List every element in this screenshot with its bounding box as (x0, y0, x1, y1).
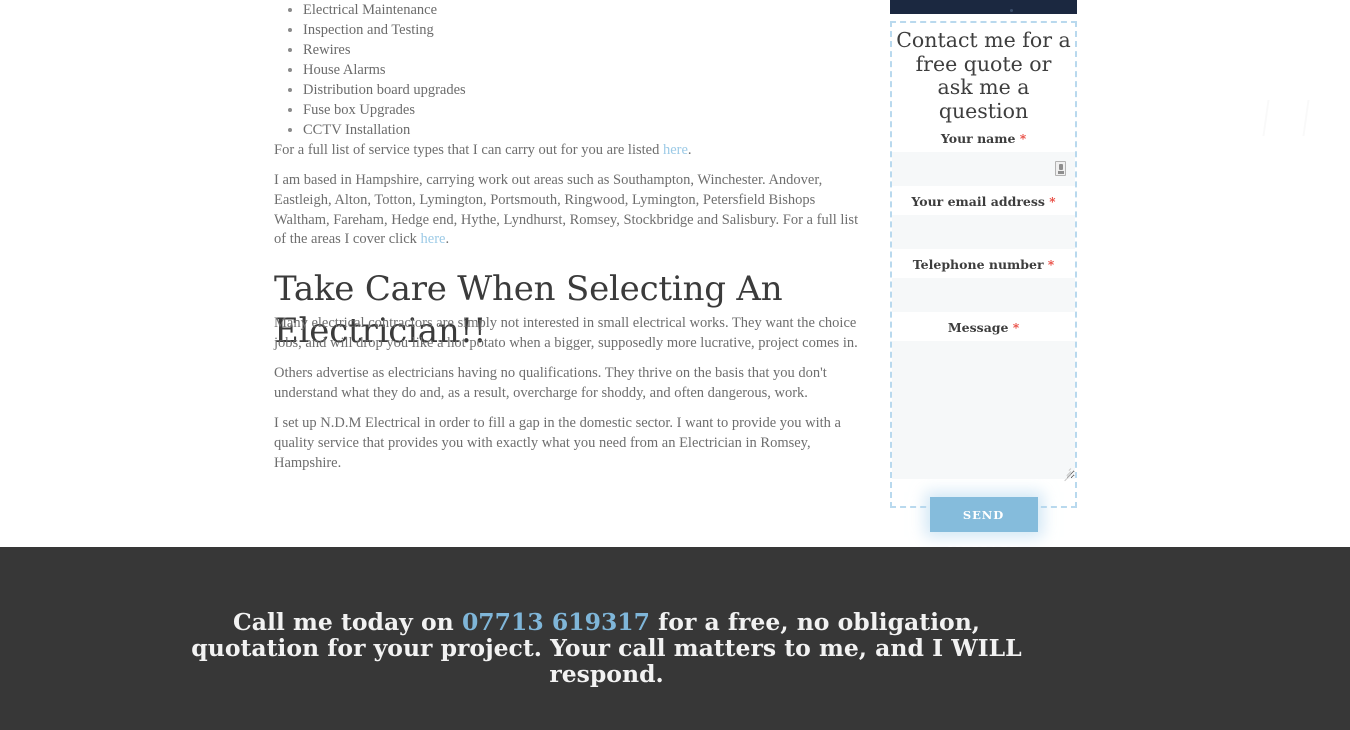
paragraph-text: I am based in Hampshire, carrying work o… (274, 172, 859, 248)
message-label: Message * (892, 312, 1075, 341)
field-email: Your email address * (892, 186, 1075, 249)
areas-paragraph: I am based in Hampshire, carrying work o… (274, 171, 870, 250)
photo-detail (1010, 9, 1013, 12)
paragraph-text: For a full list of service types that I … (274, 142, 663, 158)
cta-prefix: Call me today on (233, 608, 462, 636)
page-root: Electrical Maintenance Inspection and Te… (0, 0, 1350, 730)
label-text: Your email address (911, 194, 1045, 209)
service-label: Rewires (303, 42, 351, 58)
email-input[interactable] (892, 215, 1075, 249)
label-text: Your name (940, 131, 1016, 146)
paragraph-text-suffix: . (445, 231, 450, 248)
required-asterisk: * (1047, 258, 1055, 272)
telephone-label: Telephone number * (892, 249, 1075, 278)
service-label: Electrical Maintenance (303, 2, 438, 18)
list-item: Distribution board upgrades (274, 80, 866, 100)
services-paragraph: For a full list of service types that I … (274, 141, 866, 161)
list-item: CCTV Installation (274, 120, 866, 140)
paragraph-text-suffix: . (687, 142, 692, 158)
body-paragraph-1: Many electrical contractors are simply n… (274, 315, 858, 351)
list-item: House Alarms (274, 60, 866, 80)
sidebar: Contact me for a free quote or ask me a … (890, 0, 1077, 557)
field-telephone: Telephone number * (892, 249, 1075, 312)
services-list: Electrical Maintenance Inspection and Te… (274, 0, 866, 140)
body-paragraph-3: I set up N.D.M Electrical in order to fi… (274, 415, 841, 471)
contact-form: Contact me for a free quote or ask me a … (890, 21, 1077, 557)
list-item: Electrical Maintenance (274, 0, 866, 20)
list-item: Fuse box Upgrades (274, 100, 866, 120)
message-textarea[interactable] (892, 341, 1075, 479)
phone-link[interactable]: 07713 619317 (462, 608, 650, 636)
service-label: CCTV Installation (303, 122, 411, 138)
send-message-button[interactable]: SEND MESSAGE (929, 497, 1038, 557)
email-label: Your email address * (892, 186, 1075, 215)
field-your-name: Your name * (892, 123, 1075, 186)
list-item: Rewires (274, 40, 866, 60)
footer-call-to-action: Call me today on 07713 619317 for a free… (0, 609, 1213, 687)
your-name-label: Your name * (892, 123, 1075, 152)
your-name-input[interactable] (892, 152, 1075, 186)
service-label: Distribution board upgrades (303, 82, 466, 98)
label-text: Telephone number (912, 257, 1044, 272)
autofill-icon[interactable] (1055, 161, 1066, 176)
required-asterisk: * (1012, 321, 1020, 335)
required-asterisk: * (1019, 132, 1027, 146)
service-label: Fuse box Upgrades (303, 102, 415, 118)
body-paragraph-2: Others advertise as electricians having … (274, 365, 827, 401)
areas-here-link[interactable]: here (421, 231, 446, 247)
background-watermark (1262, 100, 1309, 136)
your-name-input-wrap (892, 152, 1075, 186)
contact-form-title: Contact me for a free quote or ask me a … (896, 28, 1071, 123)
service-label: House Alarms (303, 62, 386, 78)
field-message: Message * (892, 312, 1075, 482)
service-label: Inspection and Testing (303, 22, 434, 38)
list-item: Inspection and Testing (274, 20, 866, 40)
footer: Call me today on 07713 619317 for a free… (0, 547, 1350, 730)
label-text: Message (947, 320, 1009, 335)
portrait-photo (890, 0, 1077, 14)
required-asterisk: * (1049, 195, 1056, 209)
services-here-link[interactable]: here (663, 142, 688, 158)
telephone-input[interactable] (892, 278, 1075, 312)
main-content: Electrical Maintenance Inspection and Te… (274, 0, 866, 471)
